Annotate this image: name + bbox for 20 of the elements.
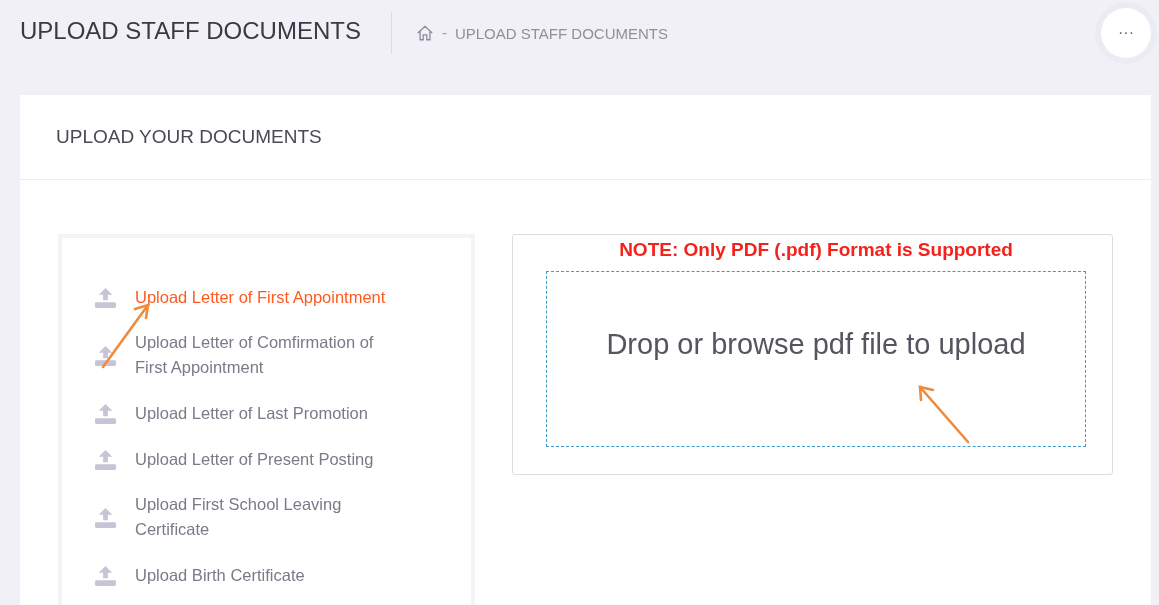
document-item[interactable]: Upload Letter of Present Posting [94,446,441,472]
annotation-arrow [918,385,970,444]
dropzone[interactable]: Drop or browse pdf file to upload [546,271,1086,447]
breadcrumb-link[interactable]: UPLOAD STAFF DOCUMENTS [454,25,668,42]
upload-icon [94,448,117,470]
document-item[interactable]: Upload Letter of Last Promotion [94,400,441,426]
upload-icon [94,344,117,366]
breadcrumb-separator: - [441,24,447,41]
upload-icon [94,506,117,528]
document-item[interactable]: Upload Letter of First Appointment [94,284,441,310]
upload-icon [94,286,117,308]
page-title: UPLOAD STAFF DOCUMENTS [20,17,361,45]
home-icon[interactable] [415,24,434,42]
upload-icon [94,402,117,424]
document-item[interactable]: Upload First School Leaving Certificate [94,492,441,542]
card-title: UPLOAD YOUR DOCUMENTS [56,126,322,148]
document-item[interactable]: Upload Letter of Comfirmation of First Appointment [94,330,441,380]
format-note: NOTE: Only PDF (.pdf) Format is Supported [618,239,1014,261]
document-item[interactable]: Upload Birth Certificate [94,562,441,588]
upload-icon [94,564,117,586]
